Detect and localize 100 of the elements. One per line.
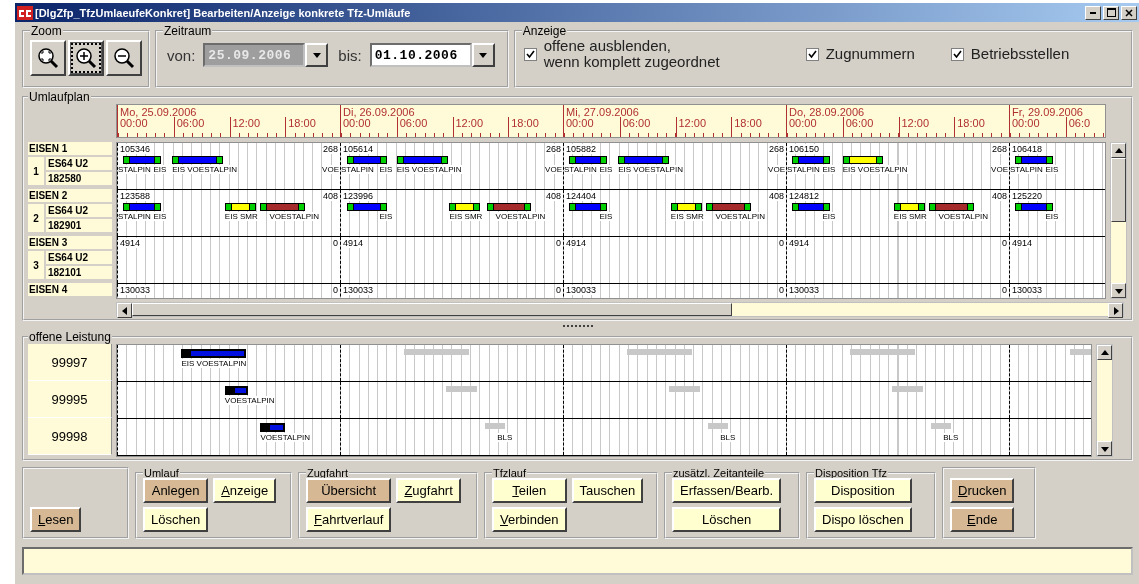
hour-label: 18:00 (285, 117, 316, 137)
action-button[interactable]: Fahrtverlauf (306, 507, 392, 532)
trip-bar[interactable] (172, 156, 224, 164)
vehicle-type: ES64 U2 (46, 204, 112, 217)
trip-bar[interactable] (449, 203, 481, 211)
station-label: VOESTALPIN (260, 433, 311, 442)
checkbox[interactable] (523, 47, 537, 61)
action-button[interactable]: Tauschen (571, 478, 644, 503)
hour-label: 00:00 (117, 117, 148, 137)
task-bar[interactable] (224, 386, 249, 395)
horizontal-scrollbar[interactable] (116, 302, 1124, 317)
dropdown-button[interactable] (305, 43, 329, 67)
trip-bar[interactable] (568, 156, 608, 164)
trip-bar[interactable] (260, 203, 306, 211)
zoom-button[interactable] (106, 40, 142, 76)
zoom-out-icon (112, 46, 136, 70)
station-label: VOESTALPIN (495, 212, 546, 221)
close-button[interactable] (1121, 5, 1137, 20)
action-button[interactable]: Erfassen/Bearb. (672, 478, 782, 503)
station-label: EIS (822, 165, 836, 174)
vertical-scrollbar[interactable] (1110, 142, 1127, 299)
trip-bar[interactable] (670, 203, 702, 211)
scroll-down-button[interactable] (1111, 283, 1126, 298)
date-field[interactable]: 01.10.2006 (369, 43, 472, 67)
start-number: 123996 (343, 191, 374, 201)
action-button[interactable]: Anzeige (213, 478, 277, 503)
action-button[interactable]: Teilen (492, 478, 567, 503)
trip-bar[interactable] (396, 156, 448, 164)
maximize-icon (1106, 8, 1116, 17)
zoom-button[interactable] (68, 40, 104, 76)
action-button[interactable]: Löschen (672, 507, 782, 532)
hour-label: 00:00 (786, 117, 817, 137)
station-label: VOE (545, 165, 562, 174)
trip-bar[interactable] (1014, 156, 1054, 164)
trip-bar[interactable] (791, 156, 831, 164)
zoom-button[interactable] (30, 40, 66, 76)
minimize-icon (1090, 11, 1096, 14)
group-label: Disposition Tfz (814, 467, 888, 479)
group-label: Zeitraum (163, 24, 213, 38)
action-button[interactable]: Disposition (814, 478, 912, 503)
start-number: 4914 (343, 238, 364, 248)
action-button[interactable]: Übersicht (306, 478, 392, 503)
row-name: EISEN 2 (28, 189, 112, 202)
action-button[interactable]: Dispo löschen (814, 507, 912, 532)
action-button[interactable]: Verbinden (492, 507, 567, 532)
start-number: 4914 (789, 238, 810, 248)
trip-bar[interactable] (122, 156, 162, 164)
vertical-scrollbar[interactable] (1096, 344, 1113, 457)
vehicle-number: 182901 (46, 219, 112, 232)
start-number: 105882 (566, 144, 597, 154)
row-index: 2 (28, 204, 44, 232)
end-number: 268 (545, 144, 561, 154)
action-button[interactable]: Zugfahrt (396, 478, 461, 503)
station-label: EIS VOESTALPIN (172, 165, 237, 174)
caret-icon (312, 51, 321, 59)
minimize-button[interactable] (1085, 5, 1101, 20)
station-label: EIS SMR (893, 212, 927, 221)
splitter-handle[interactable] (562, 325, 593, 330)
trip-bar[interactable] (842, 156, 883, 164)
scroll-left-button[interactable] (117, 303, 132, 318)
trip-bar[interactable] (347, 156, 388, 164)
station-label: STALPIN (564, 165, 597, 174)
trip-bar[interactable] (893, 203, 925, 211)
up-arrow-icon (1114, 146, 1123, 155)
task-bar[interactable] (260, 423, 286, 432)
checkmark-icon (525, 49, 535, 59)
trip-bar[interactable] (224, 203, 256, 211)
row-name: EISEN 3 (28, 236, 112, 249)
station-label: EIS SMR (670, 212, 704, 221)
trip-bar[interactable] (791, 203, 831, 211)
scroll-thumb[interactable] (132, 303, 732, 316)
checkbox[interactable] (950, 47, 964, 61)
station-label: EIS (153, 165, 167, 174)
day-label: Mo, 25.09.2006 (120, 106, 197, 118)
action-button[interactable]: Löschen (143, 507, 209, 532)
station-label: EIS SMR (449, 212, 483, 221)
trip-bar[interactable] (486, 203, 532, 211)
trip-bar[interactable] (347, 203, 388, 211)
checkbox[interactable] (805, 47, 819, 61)
action-button[interactable]: Ende (950, 507, 1015, 532)
scroll-up-button[interactable] (1111, 143, 1126, 158)
trip-bar[interactable] (929, 203, 975, 211)
action-button[interactable]: Anlegen (143, 478, 209, 503)
trip-bar[interactable] (122, 203, 162, 211)
station-label: EIS (379, 212, 393, 221)
trip-bar[interactable] (568, 203, 608, 211)
maximize-button[interactable] (1103, 5, 1119, 20)
action-button[interactable]: Lesen (30, 507, 82, 532)
trip-bar[interactable] (1014, 203, 1054, 211)
scroll-thumb[interactable] (1111, 158, 1126, 222)
scroll-up-button[interactable] (1097, 345, 1112, 360)
trip-bar[interactable] (618, 156, 670, 164)
start-number: 4914 (120, 238, 141, 248)
scroll-down-button[interactable] (1097, 441, 1112, 456)
action-button[interactable]: Drucken (950, 478, 1015, 503)
dropdown-button[interactable] (471, 43, 495, 67)
date-label: bis: (338, 46, 362, 64)
start-number: 130033 (566, 285, 597, 295)
trip-bar[interactable] (706, 203, 752, 211)
scroll-right-button[interactable] (1108, 303, 1123, 318)
